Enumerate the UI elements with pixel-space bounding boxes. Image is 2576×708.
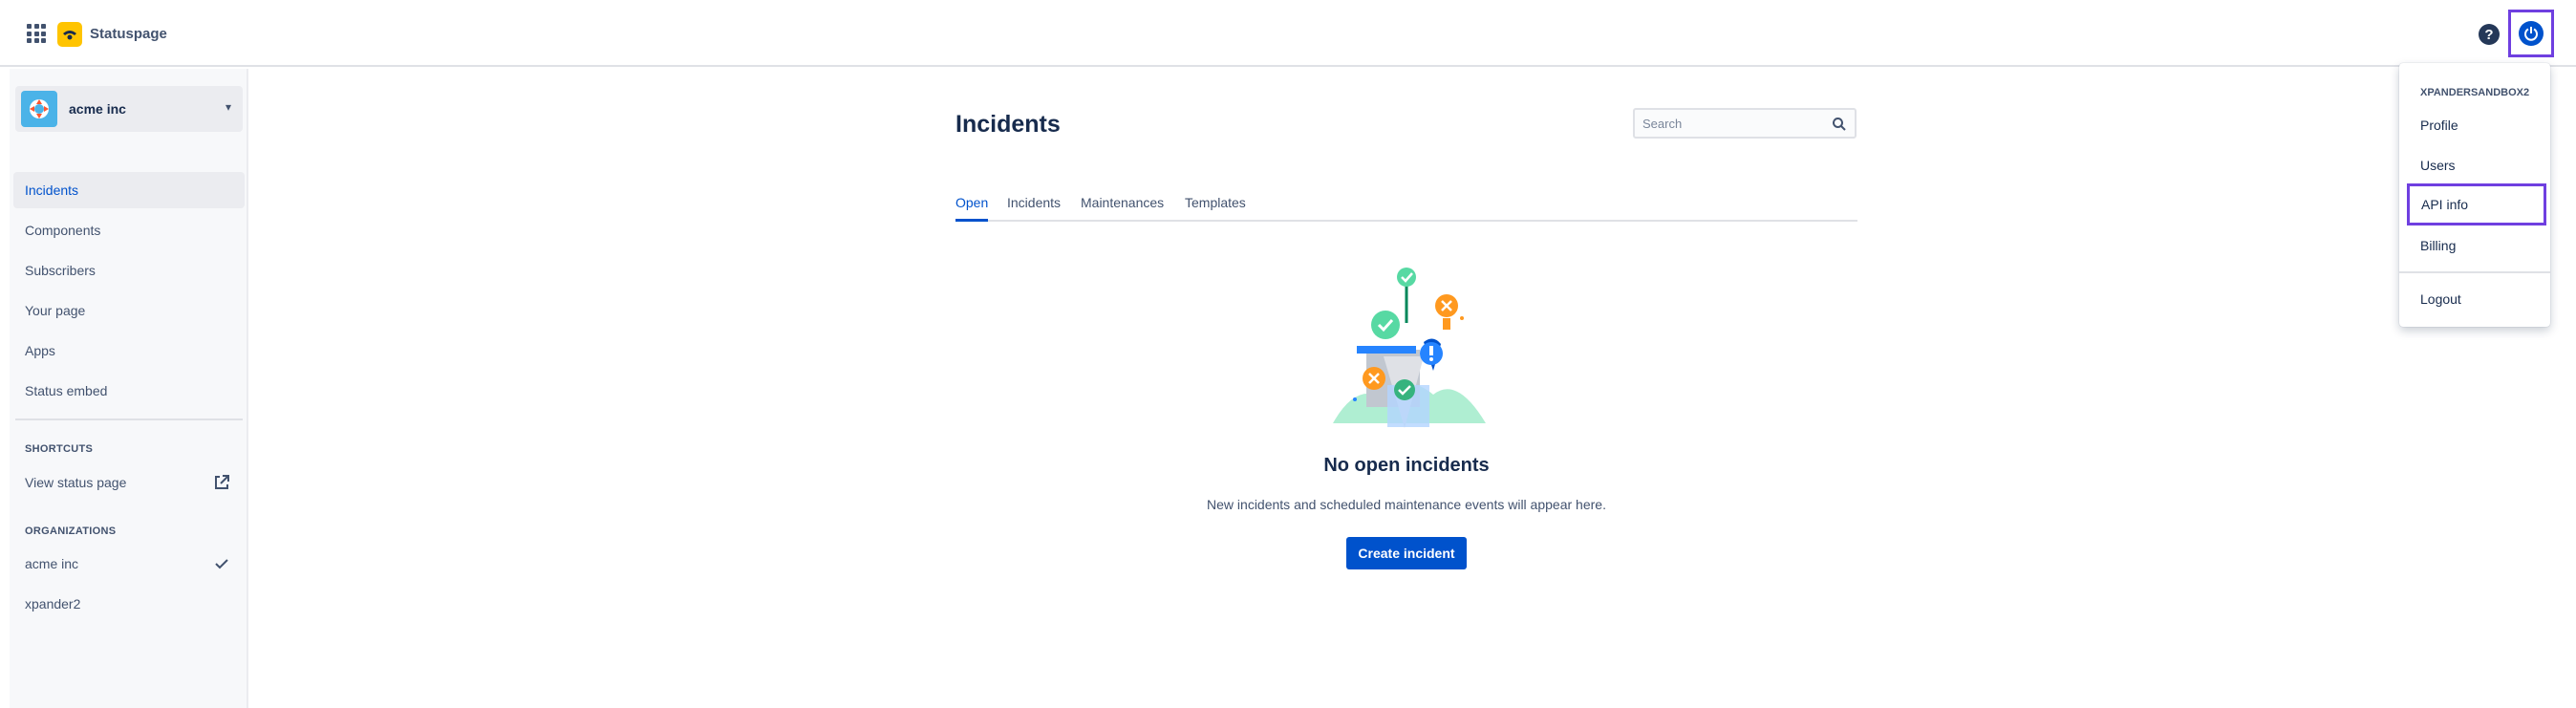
tab-maintenances[interactable]: Maintenances <box>1081 195 1164 222</box>
sidebar-divider <box>15 418 243 420</box>
org-item-acme-inc[interactable]: acme inc <box>13 546 245 582</box>
view-status-page-label: View status page <box>25 475 127 490</box>
view-status-page-link[interactable]: View status page <box>13 464 245 501</box>
menu-item-users[interactable]: Users <box>2399 147 2550 183</box>
empty-state-title: No open incidents <box>1323 455 1490 476</box>
page-title: Incidents <box>955 111 1061 138</box>
org-item-label: acme inc <box>25 556 79 571</box>
sidebar-item-status-embed[interactable]: Status embed <box>13 373 245 409</box>
tab-templates[interactable]: Templates <box>1185 195 1246 222</box>
org-item-xpander2[interactable]: xpander2 <box>13 586 245 622</box>
tab-open[interactable]: Open <box>955 195 989 222</box>
organizations-heading: ORGANIZATIONS <box>25 526 117 537</box>
search-box[interactable] <box>1633 108 1857 139</box>
app-switcher-icon[interactable] <box>27 24 46 43</box>
sidebar-item-your-page[interactable]: Your page <box>13 292 245 329</box>
check-icon <box>215 559 228 569</box>
menu-item-logout[interactable]: Logout <box>2399 281 2550 317</box>
empty-state-description: New incidents and scheduled maintenance … <box>1207 497 1606 512</box>
sidebar-item-incidents[interactable]: Incidents <box>13 172 245 208</box>
menu-item-api-info[interactable]: API info <box>2407 183 2546 225</box>
organization-switcher[interactable]: acme inc ▾ <box>15 86 243 132</box>
user-menu-heading: XPANDERSANDBOX2 <box>2420 87 2530 98</box>
sidebar-item-apps[interactable]: Apps <box>13 333 245 369</box>
brand-name[interactable]: Statuspage <box>90 26 167 42</box>
external-link-icon <box>215 475 229 489</box>
help-icon[interactable]: ? <box>2479 24 2500 45</box>
avatar-icon <box>2519 21 2544 46</box>
menu-item-billing[interactable]: Billing <box>2399 227 2550 264</box>
search-input[interactable] <box>1635 110 1826 137</box>
search-icon[interactable] <box>1832 117 1847 132</box>
tab-incidents[interactable]: Incidents <box>1007 195 1061 222</box>
org-name: acme inc <box>69 101 126 117</box>
user-menu-button[interactable] <box>2508 10 2554 57</box>
user-menu-dropdown: XPANDERSANDBOX2 Profile Users API info B… <box>2399 63 2550 327</box>
top-navigation-bar: Statuspage ? <box>0 0 2576 67</box>
menu-item-profile[interactable]: Profile <box>2399 107 2550 143</box>
shortcuts-heading: SHORTCUTS <box>25 443 94 455</box>
sidebar-item-subscribers[interactable]: Subscribers <box>13 252 245 289</box>
chevron-down-icon: ▾ <box>225 100 231 114</box>
statuspage-logo[interactable] <box>57 22 82 47</box>
incident-tabs: Open Incidents Maintenances Templates <box>955 191 1857 222</box>
org-logo-icon <box>21 91 57 127</box>
menu-divider <box>2399 271 2550 273</box>
empty-state-illustration <box>1333 268 1486 428</box>
create-incident-button[interactable]: Create incident <box>1346 537 1467 569</box>
sidebar: acme inc ▾ Incidents Components Subscrib… <box>10 69 248 708</box>
sidebar-item-components[interactable]: Components <box>13 212 245 248</box>
